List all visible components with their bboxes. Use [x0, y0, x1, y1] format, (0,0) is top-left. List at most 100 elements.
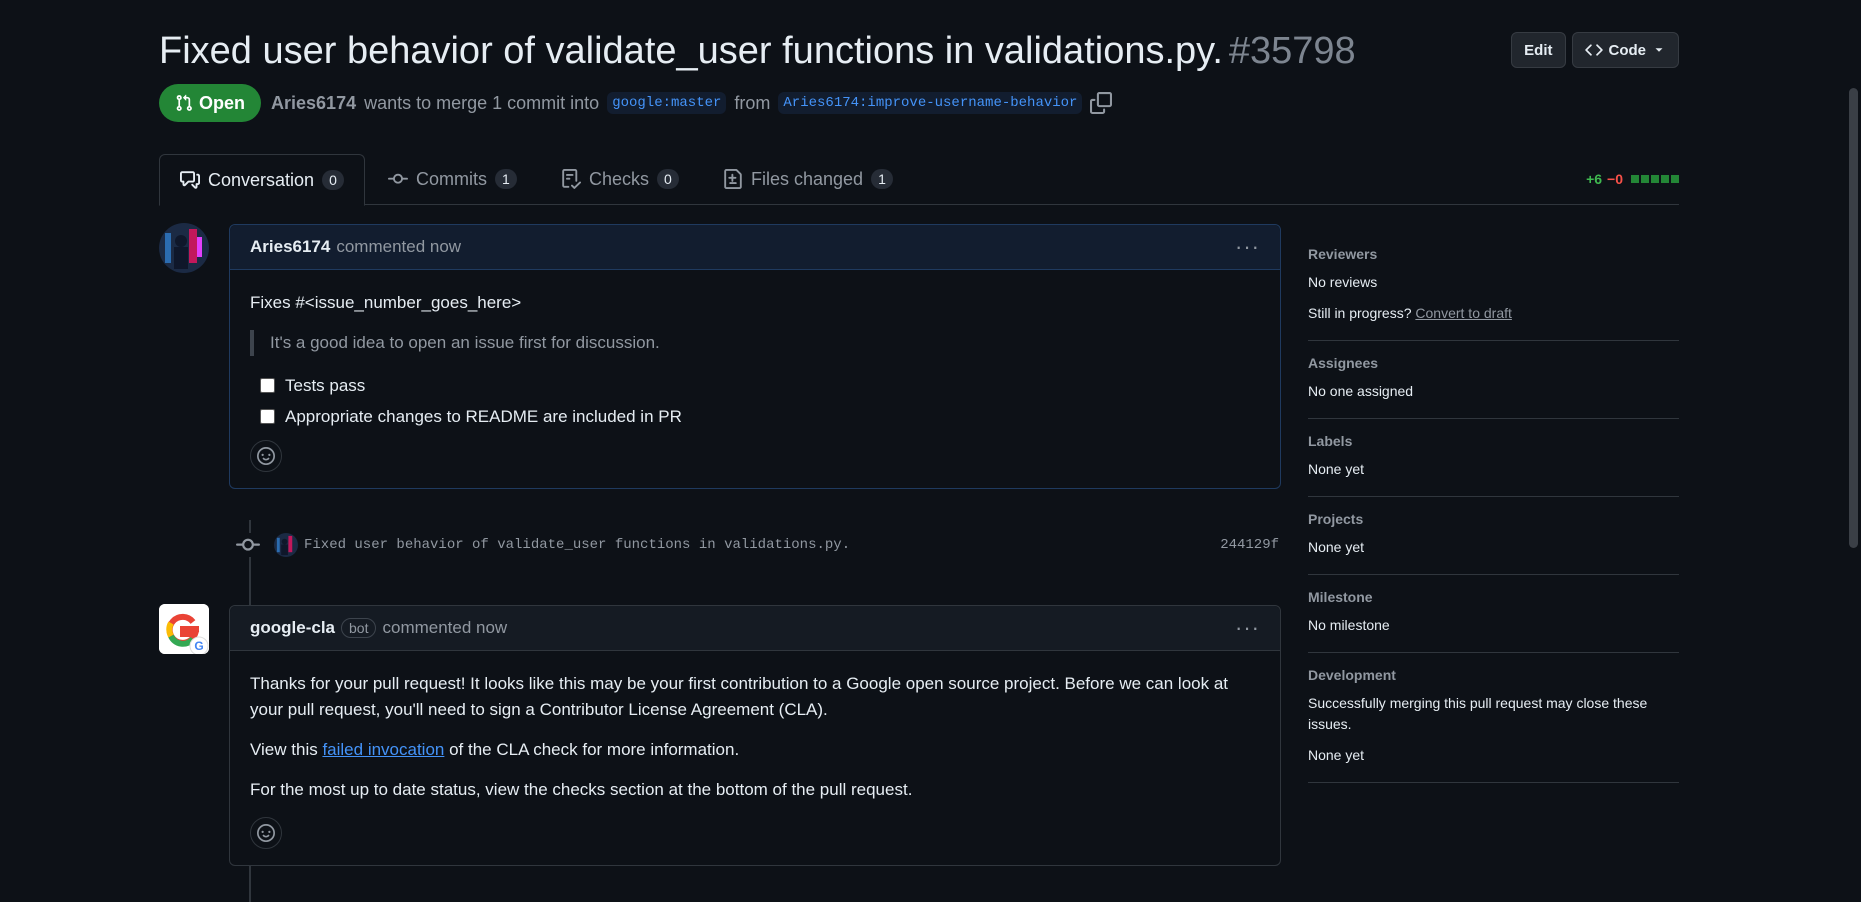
sidebar-reviewers-value: No reviews: [1308, 274, 1378, 290]
git-pull-request-icon: [176, 94, 192, 111]
sidebar-assignees: Assignees No one assigned: [1308, 341, 1679, 419]
convert-to-draft-link[interactable]: Convert to draft: [1415, 305, 1512, 321]
comment-body: Fixes #<issue_number_goes_here> It's a g…: [230, 270, 1280, 488]
add-reaction-button[interactable]: [250, 817, 282, 849]
status-label: Open: [199, 92, 246, 113]
tab-conversation[interactable]: Conversation 0: [159, 154, 365, 206]
task-label: Tests pass: [285, 375, 366, 395]
tab-counter: 0: [657, 169, 679, 189]
sidebar-milestone-title[interactable]: Milestone: [1308, 589, 1679, 605]
task-checkbox[interactable]: [260, 378, 275, 393]
add-reaction-button[interactable]: [250, 440, 282, 472]
sidebar-labels-value: None yet: [1308, 461, 1365, 477]
status-badge: Open: [159, 84, 262, 122]
comment-author-link[interactable]: Aries6174: [250, 237, 330, 257]
comment-text: Fixes #<issue_number_goes_here>: [250, 293, 522, 312]
avatar[interactable]: [159, 223, 209, 273]
task-item: Tests pass: [260, 370, 1260, 401]
chevron-down-icon: [1655, 48, 1663, 52]
pr-author-link[interactable]: Aries6174: [271, 93, 356, 114]
sidebar-projects-value: None yet: [1308, 539, 1365, 555]
bot-badge: bot: [341, 618, 377, 638]
header-buttons: Edit Code: [1511, 32, 1679, 68]
tab-counter: 0: [322, 170, 344, 190]
code-button[interactable]: Code: [1571, 32, 1679, 68]
sidebar-labels: Labels None yet: [1308, 419, 1679, 497]
tab-commits[interactable]: Commits 1: [388, 154, 517, 204]
additions-count: +6: [1586, 171, 1603, 187]
failed-invocation-link[interactable]: failed invocation: [322, 740, 444, 759]
merge-text: wants to merge 1 commit into: [364, 92, 600, 113]
comment-text: For the most up to date status, view the…: [250, 780, 913, 799]
base-branch[interactable]: google:master: [607, 92, 727, 114]
edit-button[interactable]: Edit: [1511, 32, 1566, 68]
task-checkbox[interactable]: [260, 409, 275, 424]
pr-title-text: Fixed user behavior of validate_user fun…: [159, 30, 1223, 72]
text-span: of the CLA check for more information.: [444, 740, 740, 759]
more-options-icon[interactable]: ···: [1235, 615, 1260, 641]
commit-message[interactable]: Fixed user behavior of validate_user fun…: [304, 537, 850, 553]
tab-label: Commits: [416, 168, 487, 189]
pr-meta: Open Aries6174 wants to merge 1 commit i…: [159, 84, 1113, 122]
sidebar-labels-title[interactable]: Labels: [1308, 433, 1679, 449]
code-button-label: Code: [1608, 41, 1647, 59]
head-branch[interactable]: Aries6174:improve-username-behavior: [778, 92, 1083, 114]
avatar[interactable]: G: [159, 604, 209, 654]
sidebar-development-title[interactable]: Development: [1308, 667, 1679, 683]
scrollbar[interactable]: [1846, 0, 1861, 902]
comment-time[interactable]: commented now: [336, 237, 461, 257]
sidebar-projects: Projects None yet: [1308, 497, 1679, 575]
comment-text: Thanks for your pull request! It looks l…: [250, 674, 1228, 719]
sidebar-progress: Still in progress? Convert to draft: [1308, 303, 1679, 324]
progress-text: Still in progress?: [1308, 305, 1412, 321]
task-label: Appropriate changes to README are includ…: [285, 406, 682, 426]
comment-body: Thanks for your pull request! It looks l…: [230, 651, 1280, 865]
sidebar-development-desc: Successfully merging this pull request m…: [1308, 695, 1648, 732]
git-commit-icon: [388, 173, 408, 184]
scrollbar-thumb[interactable]: [1849, 88, 1858, 548]
comment-author-link[interactable]: google-cla: [250, 618, 335, 638]
tab-counter: 1: [871, 169, 893, 189]
text-span: View this: [250, 740, 323, 759]
deletions-count: −0: [1607, 171, 1623, 187]
avatar[interactable]: [274, 533, 298, 557]
sidebar-assignees-value: No one assigned: [1308, 383, 1414, 399]
comment-author: Aries6174 commented now ··· Fixes #<issu…: [229, 224, 1281, 489]
file-diff-icon: [724, 169, 742, 189]
sidebar-milestone: Milestone No milestone: [1308, 575, 1679, 653]
from-text: from: [734, 92, 771, 113]
comment-text: View this failed invocation of the CLA c…: [250, 737, 1260, 763]
comment-quote: It's a good idea to open an issue first …: [250, 330, 1260, 356]
commit-sha[interactable]: 244129f: [1220, 537, 1279, 553]
more-options-icon[interactable]: ···: [1235, 234, 1260, 260]
sidebar-milestone-value: No milestone: [1308, 617, 1390, 633]
copy-icon[interactable]: [1090, 92, 1113, 114]
comment-time[interactable]: commented now: [382, 618, 507, 638]
sidebar-development: Development Successfully merging this pu…: [1308, 653, 1679, 783]
sidebar: Reviewers No reviews Still in progress? …: [1308, 232, 1679, 783]
diffstat: +6 −0: [1586, 171, 1679, 187]
sidebar-projects-title[interactable]: Projects: [1308, 511, 1679, 527]
comment-discussion-icon: [180, 171, 200, 189]
comment-header: google-cla bot commented now ···: [230, 606, 1280, 651]
comment-header: Aries6174 commented now ···: [230, 225, 1280, 270]
diffstat-blocks: [1631, 175, 1679, 183]
svg-text:G: G: [194, 639, 203, 653]
sidebar-reviewers: Reviewers No reviews Still in progress? …: [1308, 232, 1679, 341]
sidebar-assignees-title[interactable]: Assignees: [1308, 355, 1679, 371]
sidebar-development-value: None yet: [1308, 747, 1365, 763]
tab-checks[interactable]: Checks 0: [561, 154, 679, 204]
tab-label: Checks: [589, 168, 650, 189]
git-commit-icon: [236, 533, 260, 557]
code-icon: [1584, 44, 1603, 56]
sidebar-reviewers-title[interactable]: Reviewers: [1308, 246, 1679, 262]
pr-number: #35798: [1228, 30, 1356, 72]
tab-files-changed[interactable]: Files changed 1: [723, 154, 893, 204]
tab-label: Conversation: [208, 169, 315, 190]
pr-title: Fixed user behavior of validate_user fun…: [159, 30, 1356, 73]
timeline-commit: Fixed user behavior of validate_user fun…: [236, 531, 1279, 559]
smiley-icon: [257, 447, 275, 465]
task-item: Appropriate changes to README are includ…: [260, 401, 1260, 432]
smiley-icon: [257, 824, 275, 842]
tab-counter: 1: [495, 169, 517, 189]
